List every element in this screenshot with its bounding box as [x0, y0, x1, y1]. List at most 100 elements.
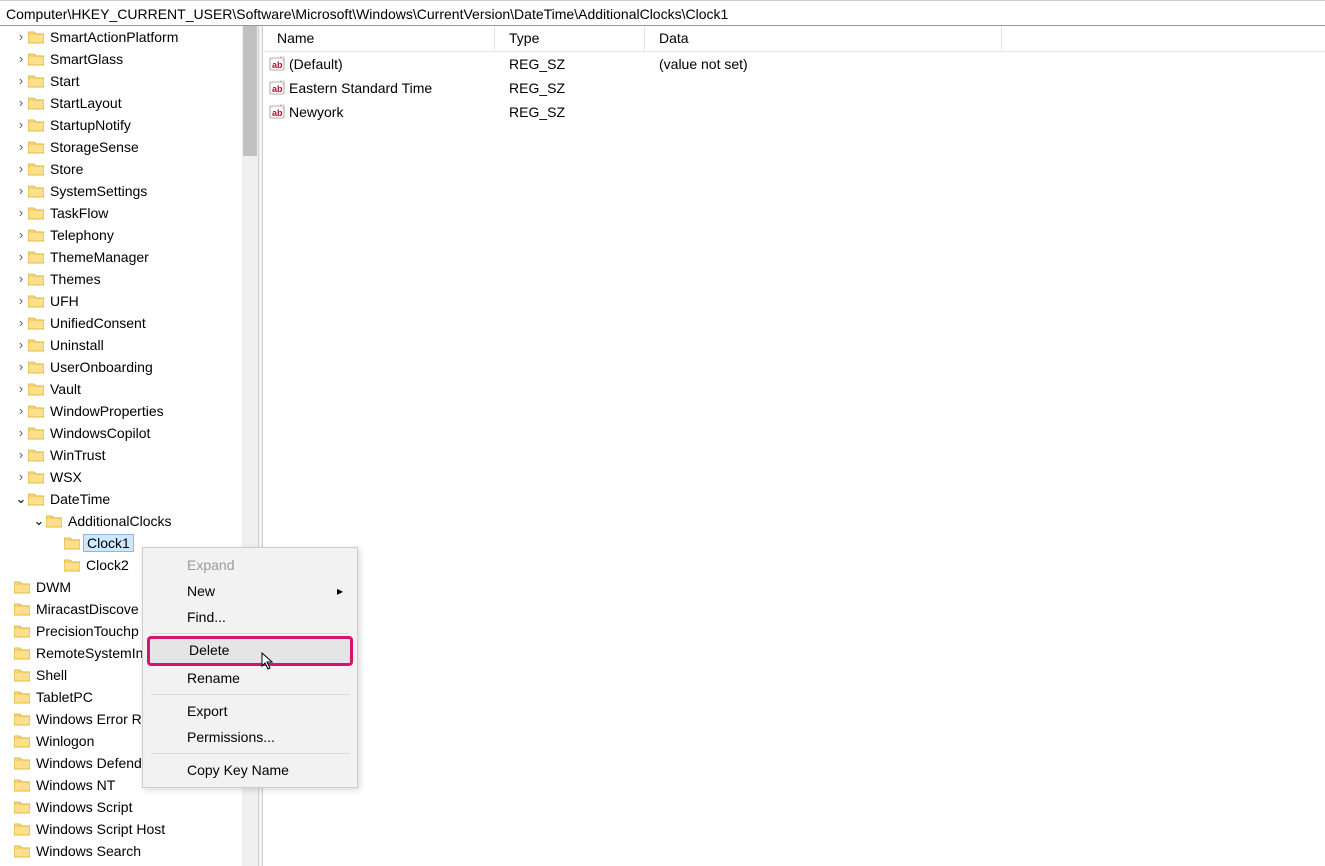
folder-icon [28, 338, 44, 352]
menu-permissions[interactable]: Permissions... [145, 724, 355, 750]
tree-item-label: Telephony [48, 227, 116, 243]
tree-item[interactable]: ›SmartActionPlatform [0, 26, 249, 48]
chevron-right-icon[interactable]: › [14, 360, 28, 374]
chevron-right-icon[interactable]: › [14, 338, 28, 352]
chevron-down-icon[interactable]: ⌄ [32, 514, 46, 528]
chevron-right-icon[interactable]: › [14, 184, 28, 198]
value-type: REG_SZ [495, 56, 645, 72]
values-pane: Name Type Data ab(Default)REG_SZ(value n… [263, 26, 1325, 866]
chevron-right-icon[interactable]: › [14, 294, 28, 308]
chevron-right-icon[interactable]: › [14, 74, 28, 88]
folder-icon [14, 734, 30, 748]
chevron-down-icon[interactable]: ⌄ [14, 492, 28, 506]
tree-item[interactable]: ⌄DateTime [0, 488, 249, 510]
tree-item[interactable]: ›StartupNotify [0, 114, 249, 136]
tree-item-label: Winlogon [34, 733, 96, 749]
tree-item[interactable]: ⌄ AdditionalClocks [0, 510, 249, 532]
tree-item[interactable]: ›WindowProperties [0, 400, 249, 422]
chevron-right-icon[interactable]: › [14, 470, 28, 484]
tree-item-label: Clock1 [83, 534, 134, 552]
svg-text:ab: ab [272, 84, 283, 94]
chevron-right-icon[interactable]: › [14, 96, 28, 110]
tree-item[interactable]: ›UFH [0, 290, 249, 312]
column-header-data[interactable]: Data [645, 26, 1002, 51]
tree-item-label: ThemeManager [48, 249, 151, 265]
folder-icon [28, 162, 44, 176]
tree-item[interactable]: › TaskFlow [0, 202, 249, 224]
tree-item[interactable]: ›Uninstall [0, 334, 249, 356]
menu-export[interactable]: Export [145, 698, 355, 724]
folder-icon [14, 756, 30, 770]
chevron-right-icon[interactable]: › [14, 272, 28, 286]
column-header-type[interactable]: Type [495, 26, 645, 51]
tree-item-label: SystemSettings [48, 183, 149, 199]
folder-icon [28, 206, 44, 220]
tree-item[interactable]: › ThemeManager [0, 246, 249, 268]
tree-item[interactable]: › UnifiedConsent [0, 312, 249, 334]
chevron-right-icon[interactable]: › [14, 382, 28, 396]
chevron-right-icon[interactable]: › [14, 448, 28, 462]
folder-icon [14, 778, 30, 792]
menu-delete[interactable]: Delete [147, 636, 353, 666]
tree-item[interactable]: ›Windows Script Host [0, 818, 249, 840]
tree-item-label: Start [48, 73, 82, 89]
menu-separator [151, 633, 349, 634]
tree-item-label: UserOnboarding [48, 359, 155, 375]
chevron-right-icon[interactable]: › [14, 140, 28, 154]
tree-item[interactable]: ›Windows Search [0, 840, 249, 862]
folder-icon [28, 316, 44, 330]
chevron-right-icon[interactable]: › [14, 404, 28, 418]
tree-item[interactable]: › Telephony [0, 224, 249, 246]
tree-item[interactable]: ›Windows Script [0, 796, 249, 818]
value-type: REG_SZ [495, 80, 645, 96]
tree-item[interactable]: › WinTrust [0, 444, 249, 466]
tree-item-label: AdditionalClocks [66, 513, 174, 529]
chevron-right-icon[interactable]: › [14, 52, 28, 66]
folder-icon [28, 426, 44, 440]
tree-item-label: Windows Search [34, 843, 143, 859]
chevron-right-icon[interactable]: › [14, 30, 28, 44]
folder-icon [28, 448, 44, 462]
tree-item[interactable]: ›StartLayout [0, 92, 249, 114]
tree-item-label: Windows Script Host [34, 821, 167, 837]
chevron-right-icon[interactable]: › [14, 228, 28, 242]
tree-item[interactable]: › UserOnboarding [0, 356, 249, 378]
value-row[interactable]: ab(Default)REG_SZ(value not set) [263, 52, 1325, 76]
menu-copy-key-name[interactable]: Copy Key Name [145, 757, 355, 783]
folder-icon [28, 52, 44, 66]
tree-item[interactable]: › Start [0, 70, 249, 92]
address-bar[interactable]: Computer\HKEY_CURRENT_USER\Software\Micr… [0, 0, 1325, 26]
tree-item-label: Clock2 [84, 557, 131, 573]
column-header-name[interactable]: Name [263, 26, 495, 51]
tree-item-label: Windows Defender [34, 755, 156, 771]
folder-icon [28, 382, 44, 396]
chevron-right-icon[interactable]: › [14, 426, 28, 440]
folder-icon [64, 558, 80, 572]
folder-icon [28, 184, 44, 198]
chevron-right-icon[interactable]: › [14, 206, 28, 220]
folder-icon [14, 690, 30, 704]
context-menu: Expand New ▸ Find... Delete Rename Expor… [142, 547, 358, 788]
menu-rename[interactable]: Rename [145, 665, 355, 691]
chevron-right-icon[interactable]: › [14, 162, 28, 176]
tree-item[interactable]: › SystemSettings [0, 180, 249, 202]
tree-item[interactable]: ›StorageSense [0, 136, 249, 158]
tree-item[interactable]: ›Vault [0, 378, 249, 400]
chevron-right-icon[interactable]: › [14, 316, 28, 330]
menu-new[interactable]: New ▸ [145, 578, 355, 604]
tree-item[interactable]: ›Store [0, 158, 249, 180]
tree-item[interactable]: ›WSX [0, 466, 249, 488]
tree-item-label: UnifiedConsent [48, 315, 148, 331]
tree-item-label: WinTrust [48, 447, 107, 463]
menu-find[interactable]: Find... [145, 604, 355, 630]
value-row[interactable]: abEastern Standard TimeREG_SZ [263, 76, 1325, 100]
string-value-icon: ab [269, 56, 285, 72]
value-row[interactable]: abNewyorkREG_SZ [263, 100, 1325, 124]
tree-scrollbar-thumb[interactable] [243, 26, 257, 156]
tree-item[interactable]: ›WindowsCopilot [0, 422, 249, 444]
tree-item[interactable]: ›SmartGlass [0, 48, 249, 70]
chevron-right-icon[interactable]: › [14, 250, 28, 264]
chevron-right-icon[interactable]: › [14, 118, 28, 132]
tree-item[interactable]: ›Themes [0, 268, 249, 290]
tree-item-label: TaskFlow [48, 205, 110, 221]
